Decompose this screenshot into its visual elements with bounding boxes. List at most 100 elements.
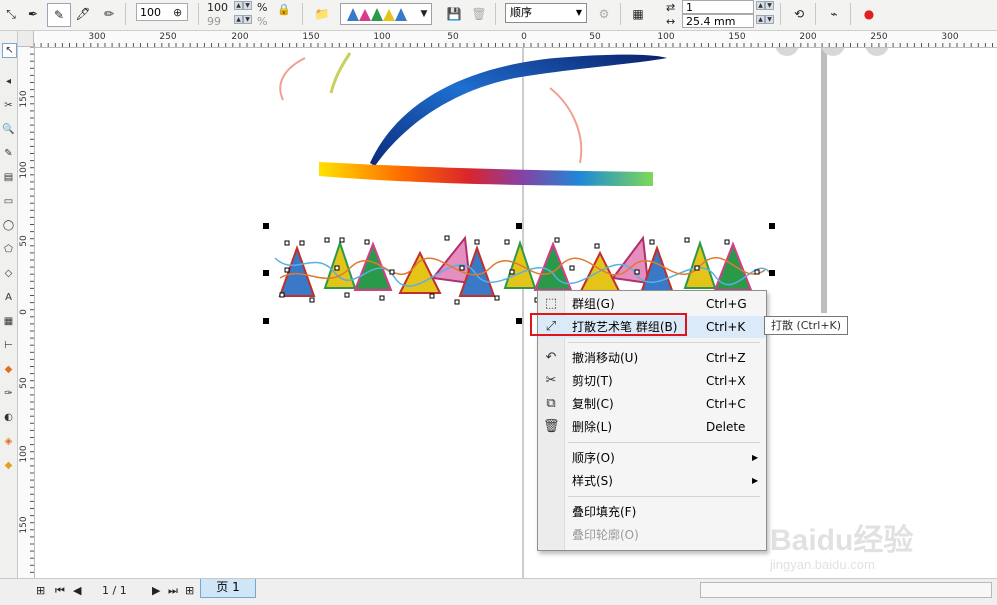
- scale-x-spinner[interactable]: ▲: [234, 1, 243, 10]
- folder-icon[interactable]: 📁: [311, 3, 333, 25]
- zoom-tool-icon[interactable]: 🔍: [2, 123, 15, 136]
- artwork: [263, 48, 889, 578]
- menu-item-undo-move[interactable]: ↶ 撤消移动(U) Ctrl+Z: [538, 347, 766, 369]
- grid-icon[interactable]: ▦: [627, 3, 649, 25]
- undo-icon: ↶: [545, 350, 557, 365]
- basic-shapes-icon[interactable]: ◇: [2, 267, 15, 280]
- watermark-url: jingyan.baidu.com: [770, 557, 875, 572]
- rotate-object-icon[interactable]: ⟲: [788, 3, 810, 25]
- blue-brush-stroke: [370, 54, 667, 166]
- scale-y-value[interactable]: 99: [207, 15, 221, 28]
- interactive-fill-icon[interactable]: ◆: [2, 363, 15, 376]
- scale-x-spinner-down[interactable]: ▼: [243, 1, 252, 10]
- docker-button: [775, 48, 799, 56]
- menu-item-delete[interactable]: 🗑 删除(L) Delete: [538, 416, 766, 438]
- ruler-label: 300: [88, 32, 106, 42]
- stroke-preset-dropdown[interactable]: ▼: [340, 3, 432, 25]
- crop-tool-icon[interactable]: ✂: [2, 99, 15, 112]
- percent-sign: %: [257, 15, 268, 28]
- copy-icon: ⧉: [546, 396, 556, 411]
- scissors-icon: ✂: [545, 373, 557, 388]
- rectangle-tool-icon[interactable]: ▭: [2, 195, 15, 208]
- node-icon[interactable]: ⤡: [0, 3, 22, 25]
- menu-item-styles[interactable]: 样式(S) ▶: [538, 470, 766, 492]
- menu-item-shortcut: Ctrl+X: [706, 374, 746, 388]
- ruler-label: 100: [373, 32, 391, 42]
- menu-item-overprint-outline: 叠印轮廓(O): [538, 524, 766, 546]
- horizontal-ruler[interactable]: 300 250 200 150 100 50 0 50 100 150 200 …: [34, 31, 997, 48]
- menu-separator: [568, 496, 760, 497]
- copies-field[interactable]: 1: [682, 0, 754, 14]
- menu-item-label: 顺序(O): [572, 451, 615, 465]
- brush-preset-icon[interactable]: ✎: [47, 3, 71, 27]
- distance-spinner-down[interactable]: ▼: [765, 15, 774, 24]
- last-page-icon[interactable]: ⏭: [168, 583, 178, 599]
- eyedropper-icon[interactable]: ✑: [2, 387, 15, 400]
- menu-item-overprint-fill[interactable]: 叠印填充(F): [538, 501, 766, 523]
- menu-item-copy[interactable]: ⧉ 复制(C) Ctrl+C: [538, 393, 766, 415]
- menu-item-shortcut: Ctrl+K: [706, 320, 746, 334]
- toolbox: ↖ ◂ ✂ 🔍 ✎ ▤ ▭ ◯ ⬠ ◇ A ▦ ⊢ ◆ ✑ ◐ ◈ ◆: [0, 31, 18, 578]
- copies-value: 1: [686, 1, 693, 14]
- pressure-pen-icon[interactable]: ✏: [98, 3, 120, 25]
- shape-tool-icon[interactable]: ◂: [2, 75, 15, 88]
- add-page-icon[interactable]: ⊞: [36, 583, 45, 599]
- menu-item-group[interactable]: ⬚ 群组(G) Ctrl+G: [538, 293, 766, 315]
- stroke-width-value: 100: [140, 6, 161, 19]
- submenu-arrow-icon: ▶: [752, 476, 759, 485]
- dimension-tool-icon[interactable]: ⊢: [2, 339, 15, 352]
- polygon-tool-icon[interactable]: ⬠: [2, 243, 15, 256]
- distance-field[interactable]: 25.4 mm: [682, 14, 754, 28]
- ruler-label: 250: [159, 32, 177, 42]
- ruler-corner[interactable]: [18, 31, 34, 47]
- next-page-icon[interactable]: ▶: [152, 583, 160, 599]
- add-page-after-icon[interactable]: ⊞: [185, 583, 194, 599]
- calligraphy-icon[interactable]: 🖋: [72, 3, 94, 25]
- save-preset-icon[interactable]: 💾: [443, 3, 465, 25]
- first-page-icon[interactable]: ⏮: [55, 583, 65, 599]
- confetti-stroke: [329, 52, 352, 94]
- scale-y-spinner[interactable]: ▲: [234, 15, 243, 24]
- width-spinner-icon[interactable]: ⊕: [173, 6, 182, 19]
- order-select[interactable]: 顺序 ▼: [505, 3, 587, 23]
- mesh-fill-icon[interactable]: ◆: [2, 459, 15, 472]
- fill-tool-icon[interactable]: ◈: [2, 435, 15, 448]
- ruler-label: 0: [521, 32, 527, 42]
- submenu-arrow-icon: ▶: [752, 453, 759, 462]
- copies-spinner-down[interactable]: ▼: [765, 1, 774, 10]
- pick-tool-icon[interactable]: ↖: [2, 43, 17, 58]
- ruler-label: 200: [799, 32, 817, 42]
- page-tab[interactable]: 页 1: [200, 579, 256, 598]
- rainbow-brush-stroke: [319, 162, 653, 186]
- pen-nib-icon[interactable]: ✒: [22, 3, 44, 25]
- lock-icon[interactable]: 🔒: [277, 3, 291, 16]
- stop-icon[interactable]: ●: [858, 3, 880, 25]
- menu-item-order[interactable]: 顺序(O) ▶: [538, 447, 766, 469]
- table-tool-icon[interactable]: ▦: [2, 315, 15, 328]
- ruler-label: 150: [302, 32, 320, 42]
- outline-pen-icon[interactable]: ◐: [2, 411, 15, 424]
- drawing-canvas[interactable]: [35, 48, 997, 578]
- ruler-label: 250: [870, 32, 888, 42]
- menu-item-cut[interactable]: ✂ 剪切(T) Ctrl+X: [538, 370, 766, 392]
- copies-spinner[interactable]: ▲: [756, 1, 765, 10]
- prev-page-icon[interactable]: ◀: [73, 583, 81, 599]
- docker-button: [865, 48, 889, 56]
- menu-item-shortcut: Ctrl+C: [706, 397, 746, 411]
- menu-item-label: 样式(S): [572, 474, 613, 488]
- group-icon: ⬚: [544, 296, 558, 311]
- delete-preset-icon[interactable]: 🗑: [468, 3, 490, 25]
- menu-separator: [568, 342, 760, 343]
- smart-fill-icon[interactable]: ▤: [2, 171, 15, 184]
- watermark: Baidu经验 jingyan.baidu.com: [770, 515, 980, 585]
- distance-spinner[interactable]: ▲: [756, 15, 765, 24]
- ellipse-tool-icon[interactable]: ◯: [2, 219, 15, 232]
- puzzle-icon[interactable]: ⚙: [593, 3, 615, 25]
- text-tool-icon[interactable]: A: [2, 291, 15, 304]
- vertical-ruler[interactable]: 150 100 50 0 50 100 150: [18, 47, 35, 578]
- scale-x-value[interactable]: 100: [207, 1, 228, 14]
- freehand-tool-icon[interactable]: ✎: [2, 147, 15, 160]
- scale-y-spinner-down[interactable]: ▼: [243, 15, 252, 24]
- node-path-icon[interactable]: ⌁: [823, 3, 845, 25]
- page-shadow: [821, 48, 827, 313]
